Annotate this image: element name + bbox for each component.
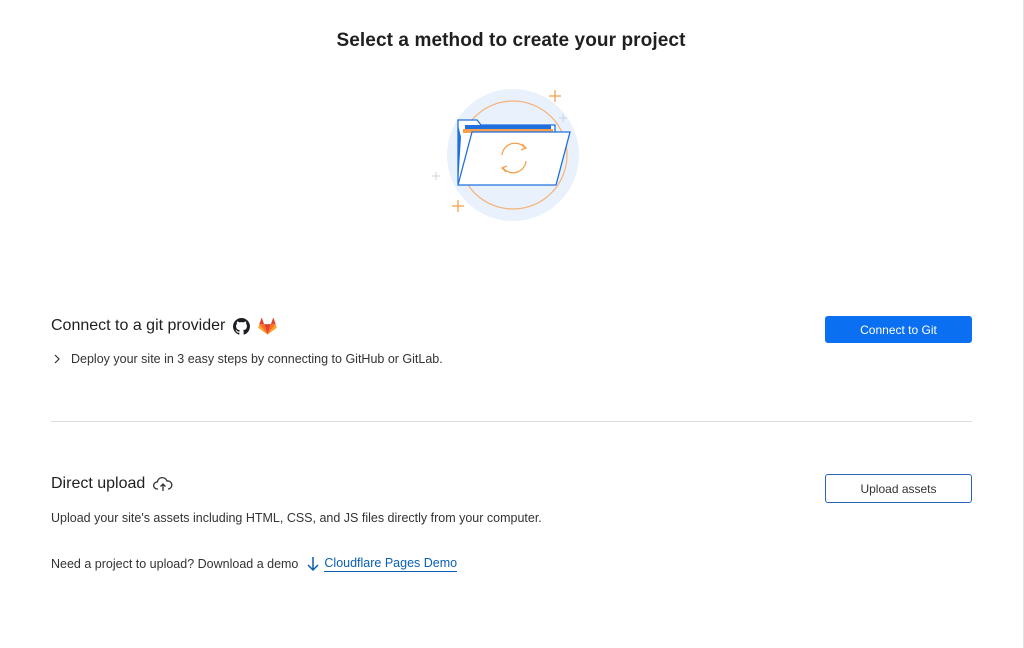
git-description-toggle[interactable]: Deploy your site in 3 easy steps by conn… <box>51 352 443 366</box>
demo-row: Need a project to upload? Download a dem… <box>51 556 458 572</box>
section-divider <box>51 421 972 422</box>
upload-assets-button[interactable]: Upload assets <box>825 474 972 503</box>
cloud-upload-icon <box>153 476 173 492</box>
gitlab-icon <box>258 317 278 335</box>
git-description: Deploy your site in 3 easy steps by conn… <box>71 352 443 366</box>
git-section-title: Connect to a git provider <box>51 317 278 335</box>
download-icon <box>306 556 320 572</box>
page-title: Select a method to create your project <box>336 30 686 51</box>
demo-link-text[interactable]: Cloudflare Pages Demo <box>324 556 458 572</box>
demo-download-link[interactable]: Cloudflare Pages Demo <box>306 556 458 572</box>
upload-description: Upload your site's assets including HTML… <box>51 511 542 525</box>
github-icon <box>233 317 251 335</box>
connect-to-git-button[interactable]: Connect to Git <box>825 316 972 343</box>
upload-title-text: Direct upload <box>51 475 146 492</box>
git-title-text: Connect to a git provider <box>51 317 226 334</box>
upload-section-title: Direct upload <box>51 475 173 493</box>
folder-illustration <box>425 85 605 225</box>
chevron-right-icon[interactable] <box>51 354 63 364</box>
demo-prompt: Need a project to upload? Download a dem… <box>51 557 299 571</box>
